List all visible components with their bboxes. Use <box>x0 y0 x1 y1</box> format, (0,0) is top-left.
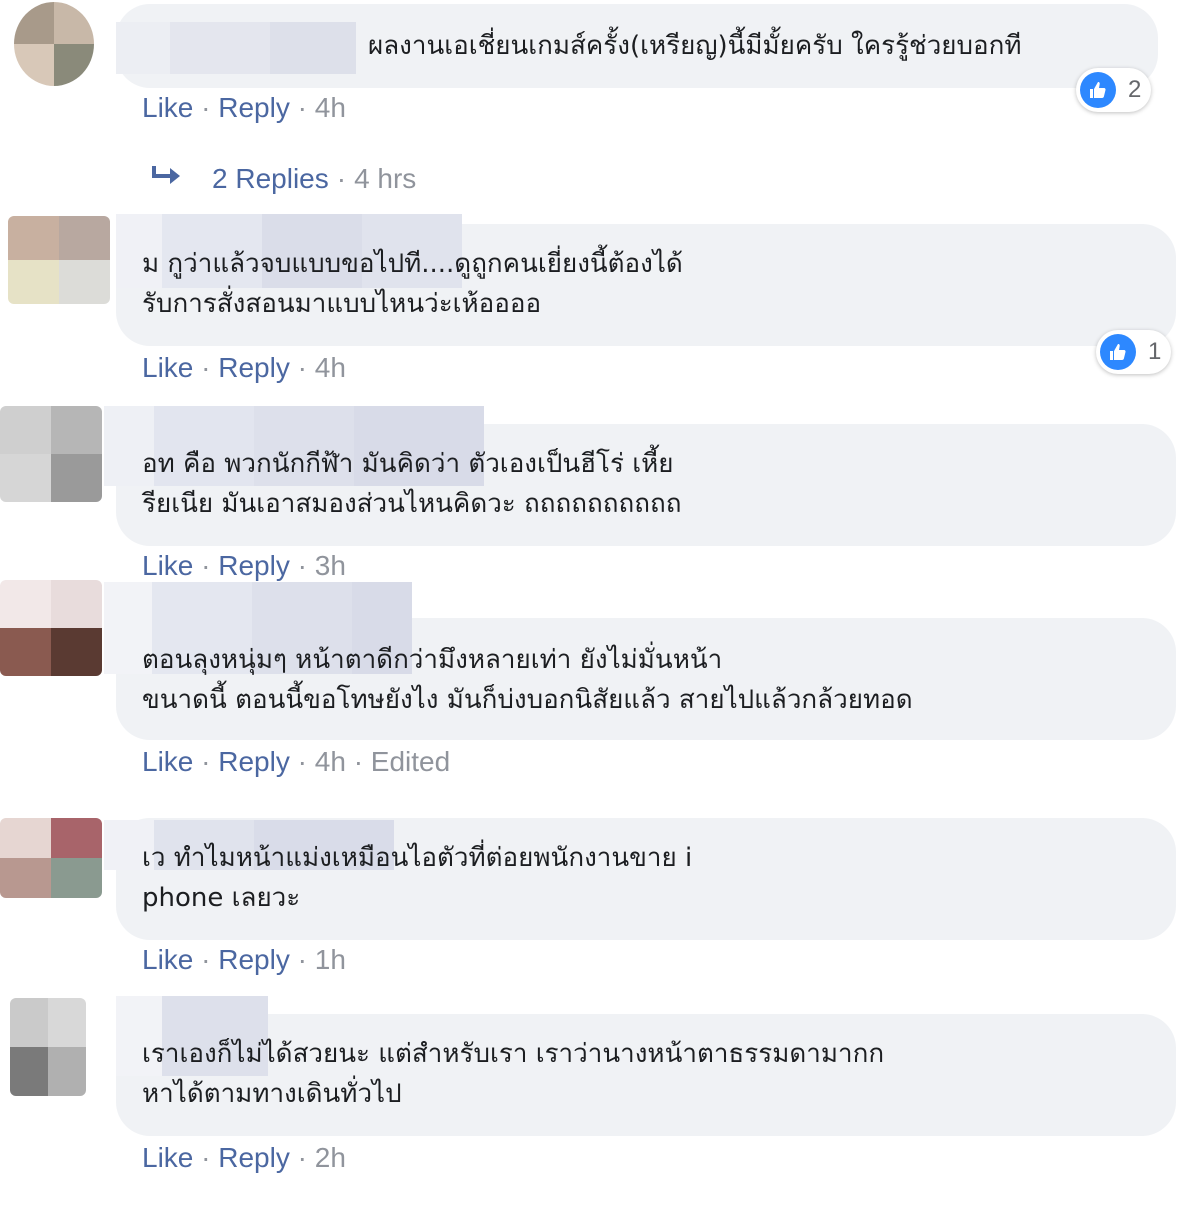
comment-actions: Like · Reply · 4h <box>142 352 346 384</box>
timestamp[interactable]: 4h <box>315 352 346 383</box>
like-link[interactable]: Like <box>142 944 193 975</box>
comment-bubble: ตอนลุงหนุ่มๆ หน้าตาดีกว่ามึงหลายเท่า ยัง… <box>104 582 1176 740</box>
avatar[interactable] <box>0 406 102 502</box>
timestamp[interactable]: 4h <box>315 746 346 777</box>
comment-text: ผลงานเอเชี่ยนเกมส์ครั้ง(เหรียญ)นี้มีมั้ย… <box>368 31 1022 61</box>
like-link[interactable]: Like <box>142 92 193 123</box>
reply-link[interactable]: Reply <box>218 550 290 581</box>
separator: · <box>201 352 219 383</box>
comment-bubble: ม กูว่าแล้วจบแบบขอไปที....ดูถูกคนเยี่ยงน… <box>116 214 1176 346</box>
reply-link[interactable]: Reply <box>218 746 290 777</box>
view-replies-link[interactable]: 2 Replies · 4 hrs <box>150 162 416 195</box>
separator: · <box>297 550 315 581</box>
avatar[interactable] <box>0 580 102 676</box>
timestamp[interactable]: 3h <box>315 550 346 581</box>
comment-actions: Like · Reply · 2h <box>142 1142 346 1174</box>
avatar[interactable] <box>8 216 110 304</box>
like-link[interactable]: Like <box>142 746 193 777</box>
thumbs-up-icon <box>1080 72 1116 108</box>
separator: · <box>201 1142 219 1173</box>
comment-bubble: ผลงานเอเชี่ยนเกมส์ครั้ง(เหรียญ)นี้มีมั้ย… <box>116 4 1158 88</box>
separator: · <box>201 944 219 975</box>
separator: · <box>297 944 315 975</box>
like-link[interactable]: Like <box>142 1142 193 1173</box>
timestamp[interactable]: 2h <box>315 1142 346 1173</box>
avatar[interactable] <box>14 2 94 86</box>
separator: · <box>201 92 219 123</box>
separator: · <box>353 746 371 777</box>
comment-bubble: อท คือ พวกนักกีฬ้า มันคิดว่า ตัวเองเป็นฮ… <box>104 406 1176 546</box>
comment-text: เว ทำไมหน้าแม่งเหมือนไอตัวที่ต่อยพนักงาน… <box>142 843 693 913</box>
comment-bubble: เว ทำไมหน้าแม่งเหมือนไอตัวที่ต่อยพนักงาน… <box>104 818 1176 940</box>
reaction-count[interactable]: 2 <box>1076 68 1152 112</box>
avatar[interactable] <box>10 998 86 1096</box>
comment-actions: Like · Reply · 1h <box>142 944 346 976</box>
reaction-count-number: 2 <box>1128 76 1142 103</box>
comment-actions: Like · Reply · 4h <box>142 92 346 124</box>
reply-link[interactable]: Reply <box>218 944 290 975</box>
comment-text: เราเองก็ไม่ได้สวยนะ แต่สำหรับเรา เราว่าน… <box>142 1039 885 1109</box>
reply-link[interactable]: Reply <box>218 352 290 383</box>
separator: · <box>297 1142 315 1173</box>
separator: · <box>201 746 219 777</box>
avatar[interactable] <box>0 818 102 898</box>
comment-text: อท คือ พวกนักกีฬ้า มันคิดว่า ตัวเองเป็นฮ… <box>142 449 682 519</box>
separator: · <box>297 92 315 123</box>
comment-text: ตอนลุงหนุ่มๆ หน้าตาดีกว่ามึงหลายเท่า ยัง… <box>142 645 913 715</box>
replies-time: 4 hrs <box>354 162 417 194</box>
edited-label[interactable]: Edited <box>371 746 450 777</box>
separator: · <box>201 550 219 581</box>
like-link[interactable]: Like <box>142 352 193 383</box>
reply-link[interactable]: Reply <box>218 92 290 123</box>
reply-arrow-icon <box>150 162 184 195</box>
comment-actions: Like · Reply · 3h <box>142 550 346 582</box>
separator: · <box>297 746 315 777</box>
reply-link[interactable]: Reply <box>218 1142 290 1173</box>
comment-bubble: เราเองก็ไม่ได้สวยนะ แต่สำหรับเรา เราว่าน… <box>116 996 1176 1136</box>
timestamp[interactable]: 4h <box>315 92 346 123</box>
reaction-count-number: 1 <box>1148 338 1162 365</box>
comment-text: ม กูว่าแล้วจบแบบขอไปที....ดูถูกคนเยี่ยงน… <box>142 249 683 319</box>
comment-actions: Like · Reply · 4h · Edited <box>142 746 450 778</box>
thumbs-up-icon <box>1100 334 1136 370</box>
separator: · <box>336 162 347 194</box>
reaction-count[interactable]: 1 <box>1096 330 1172 374</box>
like-link[interactable]: Like <box>142 550 193 581</box>
author-name-blurred[interactable] <box>116 22 356 74</box>
replies-count[interactable]: 2 Replies <box>212 163 329 195</box>
separator: · <box>297 352 315 383</box>
timestamp[interactable]: 1h <box>315 944 346 975</box>
